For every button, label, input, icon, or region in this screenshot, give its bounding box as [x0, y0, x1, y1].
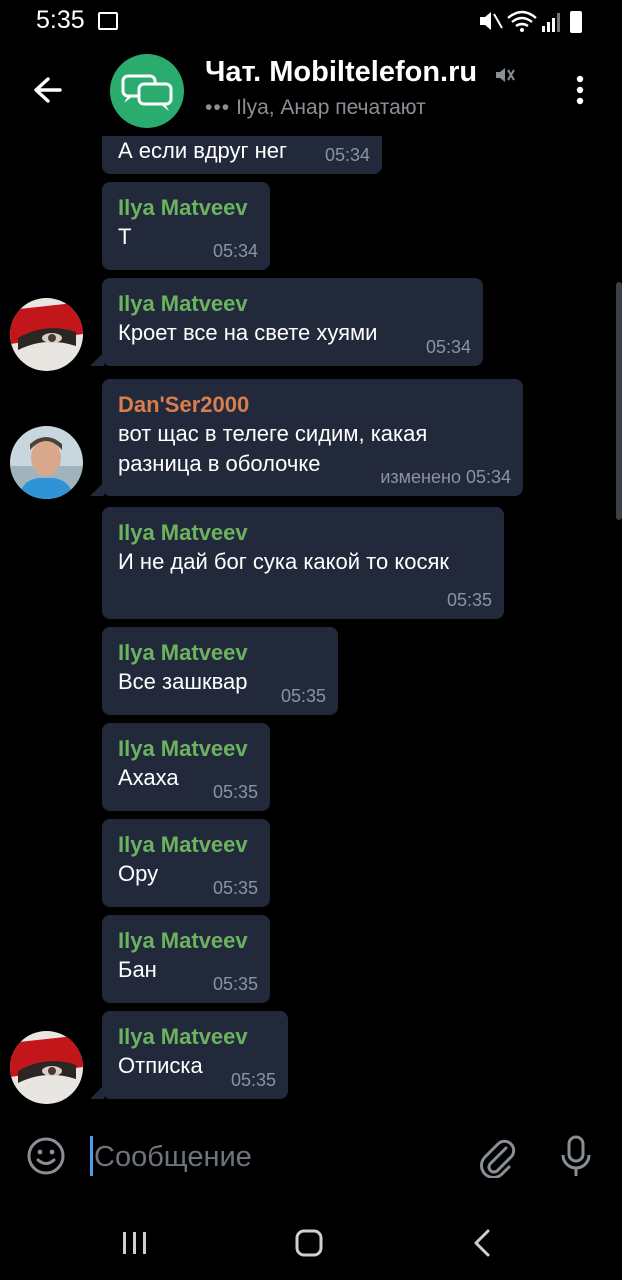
message-composer: Сообщение — [0, 1106, 622, 1206]
typing-status: ••• Ilya, Анар печатают — [205, 96, 426, 120]
message-list[interactable]: А если вдруг нег 05:34 Ilya Matveev Т 05… — [0, 136, 622, 1106]
chat-title[interactable]: Чат. Mobiltelefon.ru — [205, 56, 477, 89]
message-sender[interactable]: Ilya Matveev — [118, 1023, 272, 1051]
typing-dots: ••• — [205, 96, 231, 119]
system-nav-bar — [0, 1206, 622, 1280]
message-time: изменено 05:34 — [380, 467, 511, 487]
battery-icon — [570, 11, 582, 33]
image-notification-icon — [98, 12, 118, 30]
user-avatar[interactable] — [10, 298, 83, 371]
wifi-icon — [507, 10, 537, 32]
message-sender[interactable]: Ilya Matveev — [118, 639, 322, 667]
text-cursor — [90, 1136, 93, 1176]
message-time: 05:35 — [212, 974, 258, 994]
message-bubble[interactable]: Ilya Matveev Ору 05:35 — [102, 819, 270, 907]
signal-icon — [542, 13, 560, 32]
message-text: И не дай бог сука какой то косяк — [118, 549, 449, 574]
message-sender[interactable]: Dan'Ser2000 — [118, 391, 507, 419]
message-time: 05:35 — [446, 590, 492, 610]
user-avatar[interactable] — [10, 1031, 83, 1104]
message-bubble[interactable]: Ilya Matveev Бан 05:35 — [102, 915, 270, 1003]
back-arrow-icon[interactable] — [30, 72, 66, 108]
message-sender[interactable]: Ilya Matveev — [118, 831, 254, 859]
message-sender[interactable]: Ilya Matveev — [118, 290, 467, 318]
message-bubble[interactable]: А если вдруг нег 05:34 — [102, 136, 382, 174]
status-time: 5:35 — [36, 6, 85, 34]
message-time: 05:35 — [280, 686, 326, 706]
group-avatar[interactable] — [110, 54, 184, 128]
message-text: Кроет все на свете хуями — [118, 320, 378, 345]
nav-back-icon[interactable] — [472, 1228, 492, 1258]
message-sender[interactable]: Ilya Matveev — [118, 735, 254, 763]
avatar-image — [10, 426, 83, 499]
message-time: 05:34 — [324, 145, 370, 165]
status-bar: 5:35 — [0, 0, 622, 44]
home-icon[interactable] — [294, 1228, 324, 1258]
message-time: 05:34 — [212, 241, 258, 261]
mute-status-icon — [480, 12, 503, 30]
recent-apps-icon[interactable] — [120, 1230, 150, 1256]
message-time: 05:35 — [230, 1070, 276, 1090]
user-avatar[interactable] — [10, 426, 83, 499]
chat-bubbles-icon — [121, 74, 173, 111]
message-sender[interactable]: Ilya Matveev — [118, 194, 254, 222]
chat-header: Чат. Mobiltelefon.ru ••• Ilya, Анар печат… — [0, 44, 622, 136]
avatar-image — [10, 1031, 83, 1104]
typing-text: Ilya, Анар печатают — [236, 96, 426, 119]
message-time: 05:34 — [425, 337, 471, 357]
message-time: 05:35 — [212, 782, 258, 802]
paperclip-icon[interactable] — [476, 1136, 518, 1178]
avatar-image — [10, 298, 83, 371]
message-sender[interactable]: Ilya Matveev — [118, 519, 488, 547]
message-bubble[interactable]: Ilya Matveev Все зашквар 05:35 — [102, 627, 338, 715]
message-bubble[interactable]: Ilya Matveev Отписка 05:35 — [102, 1011, 288, 1099]
message-bubble[interactable]: Ilya Matveev И не дай бог сука какой то … — [102, 507, 504, 619]
microphone-icon[interactable] — [558, 1134, 594, 1180]
message-bubble[interactable]: Ilya Matveev Кроет все на свете хуями 05… — [102, 278, 483, 366]
message-bubble[interactable]: Ilya Matveev Ахаха 05:35 — [102, 723, 270, 811]
message-bubble[interactable]: Dan'Ser2000 вот щас в телеге сидим, кака… — [102, 379, 523, 496]
emoji-icon[interactable] — [26, 1136, 66, 1176]
more-vert-icon[interactable] — [568, 72, 592, 108]
status-icons — [480, 10, 582, 33]
message-time: 05:35 — [212, 878, 258, 898]
mute-icon — [496, 68, 515, 82]
message-input[interactable]: Сообщение — [94, 1136, 454, 1178]
message-bubble[interactable]: Ilya Matveev Т 05:34 — [102, 182, 270, 270]
message-sender[interactable]: Ilya Matveev — [118, 927, 254, 955]
scrollbar[interactable] — [616, 282, 622, 520]
